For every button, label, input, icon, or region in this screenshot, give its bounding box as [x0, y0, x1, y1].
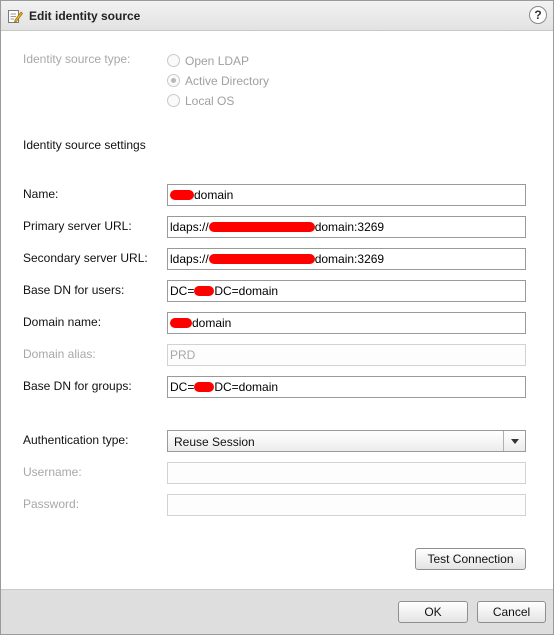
identity-source-type-label: Identity source type:: [23, 52, 131, 66]
edit-identity-source-dialog: Edit identity source ? Identity source t…: [0, 0, 554, 635]
domain-name-field[interactable]: domain: [167, 312, 526, 334]
radio-label: Open LDAP: [185, 54, 250, 68]
edit-document-icon: [7, 8, 23, 24]
domain-name-label: Domain name:: [23, 315, 102, 329]
secondary-server-url-label: Secondary server URL:: [23, 251, 148, 265]
dialog-footer: OK Cancel: [1, 589, 553, 634]
domain-alias-field: PRD: [167, 344, 526, 366]
base-dn-users-field[interactable]: DC= DC=domain: [167, 280, 526, 302]
domain-alias-value: PRD: [170, 348, 196, 362]
dropdown-button[interactable]: [503, 431, 525, 451]
authentication-type-select[interactable]: Reuse Session: [167, 430, 526, 452]
password-label: Password:: [23, 497, 80, 511]
secondary-server-url-field[interactable]: ldaps:// domain:3269: [167, 248, 526, 270]
name-value: domain: [194, 188, 234, 202]
base-dn-users-suffix: DC=domain: [214, 284, 279, 298]
domain-name-value: domain: [192, 316, 232, 330]
secondary-url-suffix: domain:3269: [314, 252, 385, 266]
radio-label: Active Directory: [185, 74, 270, 88]
test-connection-button[interactable]: Test Connection: [415, 548, 526, 570]
dialog-titlebar: Edit identity source ?: [1, 1, 553, 31]
redaction-mark: [194, 286, 215, 296]
base-dn-groups-prefix: DC=: [170, 380, 195, 394]
radio-circle: [167, 54, 180, 67]
primary-server-url-label: Primary server URL:: [23, 219, 132, 233]
redaction-mark: [170, 318, 192, 328]
base-dn-groups-field[interactable]: DC= DC=domain: [167, 376, 526, 398]
radio-label: Local OS: [185, 94, 235, 108]
section-title: Identity source settings: [23, 138, 146, 152]
username-field: [167, 462, 526, 484]
radio-circle-selected: [167, 74, 180, 87]
ok-button[interactable]: OK: [398, 601, 468, 623]
redaction-mark: [170, 190, 194, 200]
base-dn-users-prefix: DC=: [170, 284, 195, 298]
base-dn-groups-suffix: DC=domain: [214, 380, 279, 394]
primary-url-prefix: ldaps://: [170, 220, 209, 234]
redaction-mark: [208, 254, 315, 264]
primary-url-suffix: domain:3269: [314, 220, 385, 234]
secondary-url-prefix: ldaps://: [170, 252, 209, 266]
domain-alias-label: Domain alias:: [23, 347, 96, 361]
cancel-button[interactable]: Cancel: [477, 601, 546, 623]
radio-dot: [171, 78, 176, 83]
authentication-type-label: Authentication type:: [23, 433, 129, 447]
radio-circle: [167, 94, 180, 107]
help-icon[interactable]: ?: [529, 6, 547, 24]
base-dn-users-label: Base DN for users:: [23, 283, 125, 297]
primary-server-url-field[interactable]: ldaps:// domain:3269: [167, 216, 526, 238]
dialog-title: Edit identity source: [29, 9, 141, 23]
redaction-mark: [208, 222, 315, 232]
name-field[interactable]: domain: [167, 184, 526, 206]
password-field: [167, 494, 526, 516]
base-dn-groups-label: Base DN for groups:: [23, 379, 132, 393]
redaction-mark: [194, 382, 215, 392]
authentication-type-value: Reuse Session: [174, 435, 255, 449]
name-label: Name:: [23, 187, 59, 201]
chevron-down-icon: [511, 439, 519, 444]
username-label: Username:: [23, 465, 82, 479]
